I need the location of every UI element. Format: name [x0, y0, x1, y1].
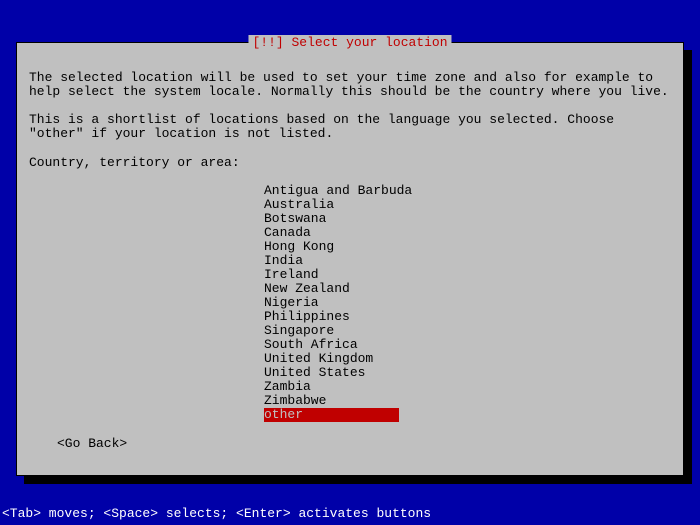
list-item[interactable]: United States	[264, 366, 399, 380]
instruction-para-1: The selected location will be used to se…	[29, 71, 671, 99]
list-item[interactable]: Canada	[264, 226, 399, 240]
list-item[interactable]: United Kingdom	[264, 352, 399, 366]
list-item[interactable]: Australia	[264, 198, 399, 212]
list-item[interactable]: Zimbabwe	[264, 394, 399, 408]
list-item[interactable]: India	[264, 254, 399, 268]
list-item[interactable]: New Zealand	[264, 282, 399, 296]
go-back-button[interactable]: <Go Back>	[29, 436, 671, 451]
list-item[interactable]: South Africa	[264, 338, 399, 352]
field-prompt: Country, territory or area:	[29, 155, 671, 170]
dialog-window: [!!] Select your location The selected l…	[16, 42, 684, 476]
location-list: Antigua and BarbudaAustraliaBotswanaCana…	[29, 184, 671, 422]
dialog-content: The selected location will be used to se…	[17, 43, 683, 463]
list-item[interactable]: Hong Kong	[264, 240, 399, 254]
list-item[interactable]: Zambia	[264, 380, 399, 394]
list-item[interactable]: Philippines	[264, 310, 399, 324]
list-item[interactable]: Singapore	[264, 324, 399, 338]
footer-help: <Tab> moves; <Space> selects; <Enter> ac…	[2, 506, 431, 521]
list-item[interactable]: Botswana	[264, 212, 399, 226]
list-item[interactable]: other	[264, 408, 399, 422]
dialog-title: [!!] Select your location	[248, 35, 451, 50]
list-item[interactable]: Antigua and Barbuda	[264, 184, 412, 198]
list-item[interactable]: Ireland	[264, 268, 399, 282]
instruction-para-2: This is a shortlist of locations based o…	[29, 113, 671, 141]
list-item[interactable]: Nigeria	[264, 296, 399, 310]
